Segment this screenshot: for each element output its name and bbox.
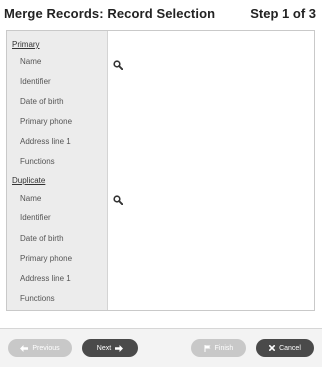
search-icon[interactable]: [113, 57, 124, 71]
wizard-footer: Previous Next Finish Cancel: [0, 328, 322, 367]
previous-button-label: Previous: [32, 344, 60, 352]
finish-button[interactable]: Finish: [191, 339, 246, 357]
primary-name-label: Name: [20, 57, 42, 66]
duplicate-phone-label: Primary phone: [20, 254, 73, 263]
field-label-column: Primary Name Identifier Date of birth Pr…: [7, 31, 108, 310]
arrow-left-icon: [20, 344, 29, 352]
primary-section-heading: Primary: [12, 40, 40, 49]
duplicate-address-label: Address line 1: [20, 274, 71, 283]
flag-icon: [204, 344, 211, 352]
primary-dob-label: Date of birth: [20, 97, 64, 106]
duplicate-section-heading: Duplicate: [12, 176, 46, 185]
duplicate-dob-label: Date of birth: [20, 234, 64, 243]
record-selection-panel: Primary Name Identifier Date of birth Pr…: [6, 30, 315, 311]
close-icon: [269, 345, 276, 351]
duplicate-name-label: Name: [20, 194, 42, 203]
finish-button-label: Finish: [214, 344, 234, 352]
search-icon[interactable]: [113, 192, 124, 206]
primary-functions-label: Functions: [20, 157, 55, 166]
primary-identifier-label: Identifier: [20, 77, 51, 86]
arrow-right-icon: [115, 344, 124, 352]
primary-phone-label: Primary phone: [20, 117, 73, 126]
cancel-button[interactable]: Cancel: [256, 339, 314, 357]
previous-button[interactable]: Previous: [8, 339, 72, 357]
cancel-button-label: Cancel: [279, 344, 301, 352]
next-button-label: Next: [96, 344, 112, 352]
next-button[interactable]: Next: [82, 339, 138, 357]
step-indicator: Step 1 of 3: [250, 5, 316, 21]
primary-address-label: Address line 1: [20, 137, 71, 146]
duplicate-identifier-label: Identifier: [20, 213, 51, 222]
field-value-column: [108, 31, 314, 310]
page-title: Merge Records: Record Selection: [4, 5, 216, 21]
header: Merge Records: Record Selection Step 1 o…: [0, 0, 322, 26]
duplicate-functions-label: Functions: [20, 294, 55, 303]
